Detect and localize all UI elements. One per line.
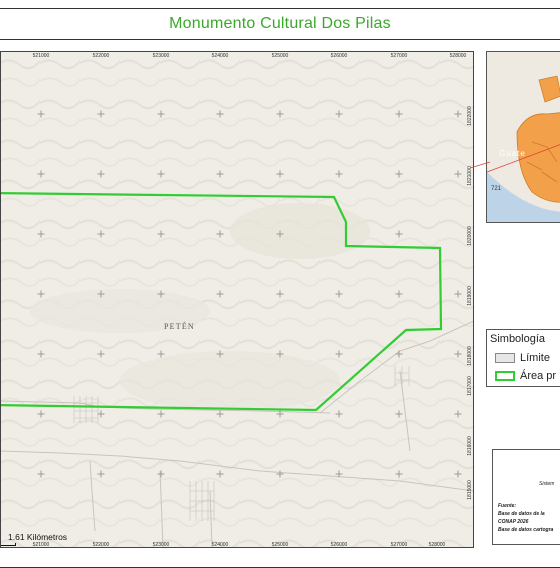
locator-inset-map[interactable]: 721 Guate (486, 51, 560, 223)
scale-bar (0, 543, 16, 546)
x-tick-bottom: 527000 (390, 542, 408, 548)
y-tick-right: 1819000 (467, 286, 473, 306)
title-bar: Monumento Cultural Dos Pilas (0, 9, 560, 39)
x-tick-bottom: 521000 (32, 542, 50, 548)
inset-connector (470, 161, 490, 169)
legend-title: Simbología (490, 333, 546, 345)
title-divider (0, 39, 560, 40)
map-canvas (0, 51, 474, 548)
x-tick-bottom: 526000 (330, 542, 348, 548)
source-line: CONAP 2026 (498, 519, 529, 525)
y-tick-right: 1820000 (467, 226, 473, 246)
main-map[interactable]: PETÉN 1.61 Kilómetros (0, 51, 474, 548)
legend-item-area: Área pr (495, 370, 556, 382)
x-tick-bottom: 523000 (152, 542, 170, 548)
x-tick-top: 524000 (211, 53, 229, 59)
source-heading: Fuente: (498, 503, 517, 509)
map-title: Monumento Cultural Dos Pilas (169, 15, 391, 32)
y-tick-right: 1815000 (467, 480, 473, 500)
x-tick-top: 522000 (92, 53, 110, 59)
coordinate-system-label: Sistem (539, 481, 555, 487)
y-tick-right: 1817000 (467, 376, 473, 396)
x-tick-top: 521000 (32, 53, 50, 59)
y-tick-right: 1816000 (467, 436, 473, 456)
source-line: Base de datos de la (498, 511, 545, 517)
source-line: Base de datos cartogra (498, 527, 554, 533)
legend-label-limit: Límite (520, 352, 550, 364)
x-tick-bottom: 528000 (428, 542, 446, 548)
y-tick-right: 1822000 (467, 106, 473, 126)
inset-country-label: Guate (499, 149, 526, 158)
area-swatch (495, 371, 515, 381)
x-tick-top: 523000 (152, 53, 170, 59)
inset-road-label: 721 (491, 186, 502, 192)
limit-swatch (495, 353, 515, 363)
x-tick-top: 528000 (449, 53, 467, 59)
x-tick-top: 526000 (330, 53, 348, 59)
legend-item-limit: Límite (495, 352, 550, 364)
x-tick-top: 527000 (390, 53, 408, 59)
x-tick-bottom: 524000 (211, 542, 229, 548)
x-tick-bottom: 522000 (92, 542, 110, 548)
legend-label-area: Área pr (520, 370, 557, 382)
scale-label: 1.61 Kilómetros (8, 532, 68, 542)
x-tick-top: 525000 (271, 53, 289, 59)
y-tick-right: 1818000 (467, 346, 473, 366)
metadata-box: Sistem Fuente: Base de datos de la CONAP… (492, 449, 560, 545)
region-label: PETÉN (164, 322, 195, 331)
inset-canvas: 721 Guate (487, 52, 560, 222)
x-tick-bottom: 525000 (271, 542, 289, 548)
legend: Simbología Límite Área pr (486, 329, 560, 387)
